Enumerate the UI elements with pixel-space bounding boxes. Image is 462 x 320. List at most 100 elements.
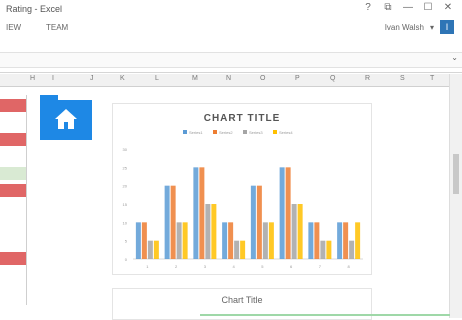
legend-label: Series2 (219, 130, 233, 135)
bar (285, 167, 291, 259)
legend-swatch (213, 130, 217, 134)
tab-view[interactable]: IEW (6, 23, 21, 32)
legend-label: Series3 (249, 130, 263, 135)
table-row[interactable] (0, 201, 26, 214)
bar (153, 240, 159, 259)
column-header[interactable]: M (192, 75, 198, 82)
y-tick-label: 15 (123, 202, 128, 207)
table-row[interactable] (0, 252, 26, 265)
column-header[interactable]: K (120, 75, 125, 82)
x-tick-label: 5 (261, 264, 264, 269)
vertical-scrollbar[interactable] (449, 74, 462, 318)
x-tick-label: 7 (319, 264, 322, 269)
bar (262, 222, 268, 259)
user-name: Ivan Walsh (384, 22, 424, 32)
bar (182, 222, 188, 259)
bar (355, 222, 361, 259)
column-header[interactable]: R (365, 75, 370, 82)
legend-swatch (273, 130, 277, 134)
column-header[interactable]: L (155, 75, 159, 82)
window-title: Rating - Excel (6, 4, 63, 14)
bar (256, 185, 262, 259)
table-edge-panel (0, 95, 27, 305)
chart-1[interactable]: CHART TITLE Series1 Series2 Series3 Series4 0… (112, 103, 372, 275)
avatar: I (440, 20, 454, 34)
folder-icon[interactable] (40, 100, 92, 140)
table-row[interactable] (0, 235, 26, 248)
y-tick-label: 10 (123, 220, 128, 225)
chart-title: CHART TITLE (204, 113, 281, 124)
y-tick-label: 25 (123, 165, 128, 170)
bar (326, 240, 332, 259)
window-controls: ? ⧉ — ☐ ✕ (358, 2, 458, 13)
bar (222, 222, 228, 259)
chart-1-svg: CHART TITLE Series1 Series2 Series3 Series4 0… (123, 113, 363, 269)
table-row[interactable] (0, 99, 26, 112)
bar (170, 185, 176, 259)
bar (228, 222, 234, 259)
bar (205, 204, 211, 259)
column-header[interactable]: N (226, 75, 231, 82)
column-header[interactable]: I (52, 75, 54, 82)
chevron-down-icon: ▾ (429, 22, 434, 32)
legend-label: Series4 (279, 130, 293, 135)
formula-bar[interactable]: ⌄ (0, 52, 462, 68)
table-row[interactable] (0, 116, 26, 129)
home-icon (55, 109, 77, 129)
column-headers: H I J K L M N O P Q R S T (0, 74, 462, 87)
bar (234, 240, 240, 259)
help-button[interactable]: ? (358, 2, 378, 13)
chart-2-title: Chart Title (221, 295, 263, 305)
bar (279, 167, 285, 259)
bar (349, 240, 355, 259)
expand-formula-bar-icon[interactable]: ⌄ (451, 53, 458, 62)
y-tick-label: 0 (125, 257, 128, 262)
x-tick-label: 8 (348, 264, 351, 269)
bar (268, 222, 274, 259)
bar (147, 240, 153, 259)
title-bar: Rating - Excel ? ⧉ — ☐ ✕ (0, 0, 462, 20)
ribbon-tabs: IEW TEAM Ivan Walsh ▾ I (0, 20, 462, 38)
column-header[interactable]: T (430, 75, 434, 82)
y-tick-label: 30 (123, 147, 128, 152)
y-tick-label: 5 (125, 239, 128, 244)
x-tick-label: 1 (146, 264, 149, 269)
bar (337, 222, 343, 259)
bar (250, 185, 256, 259)
column-header[interactable]: P (295, 75, 300, 82)
bar (211, 204, 217, 259)
column-header[interactable]: O (260, 75, 265, 82)
bar (314, 222, 320, 259)
bar (193, 167, 199, 259)
bar (308, 222, 314, 259)
bar (297, 204, 303, 259)
table-row[interactable] (0, 133, 26, 146)
bar (199, 167, 205, 259)
bar (141, 222, 147, 259)
column-header[interactable]: S (400, 75, 405, 82)
legend-label: Series1 (189, 130, 203, 135)
minimize-button[interactable]: — (398, 2, 418, 13)
status-indicator (200, 314, 450, 316)
bar (343, 222, 349, 259)
bar (135, 222, 141, 259)
x-tick-label: 3 (204, 264, 207, 269)
table-row[interactable] (0, 184, 26, 197)
column-header[interactable]: J (90, 75, 94, 82)
x-tick-label: 4 (233, 264, 236, 269)
column-header[interactable]: H (30, 75, 35, 82)
bar (320, 240, 326, 259)
maximize-button[interactable]: ☐ (418, 2, 438, 13)
table-row[interactable] (0, 218, 26, 231)
tab-team[interactable]: TEAM (46, 23, 68, 32)
close-button[interactable]: ✕ (438, 2, 458, 13)
x-tick-label: 6 (290, 264, 293, 269)
user-account[interactable]: Ivan Walsh ▾ I (385, 20, 454, 34)
legend-swatch (243, 130, 247, 134)
y-tick-label: 20 (123, 184, 128, 189)
table-row[interactable] (0, 167, 26, 180)
ribbon-display-button[interactable]: ⧉ (378, 2, 398, 13)
column-header[interactable]: Q (330, 75, 335, 82)
scrollbar-thumb[interactable] (453, 154, 459, 194)
table-row[interactable] (0, 150, 26, 163)
